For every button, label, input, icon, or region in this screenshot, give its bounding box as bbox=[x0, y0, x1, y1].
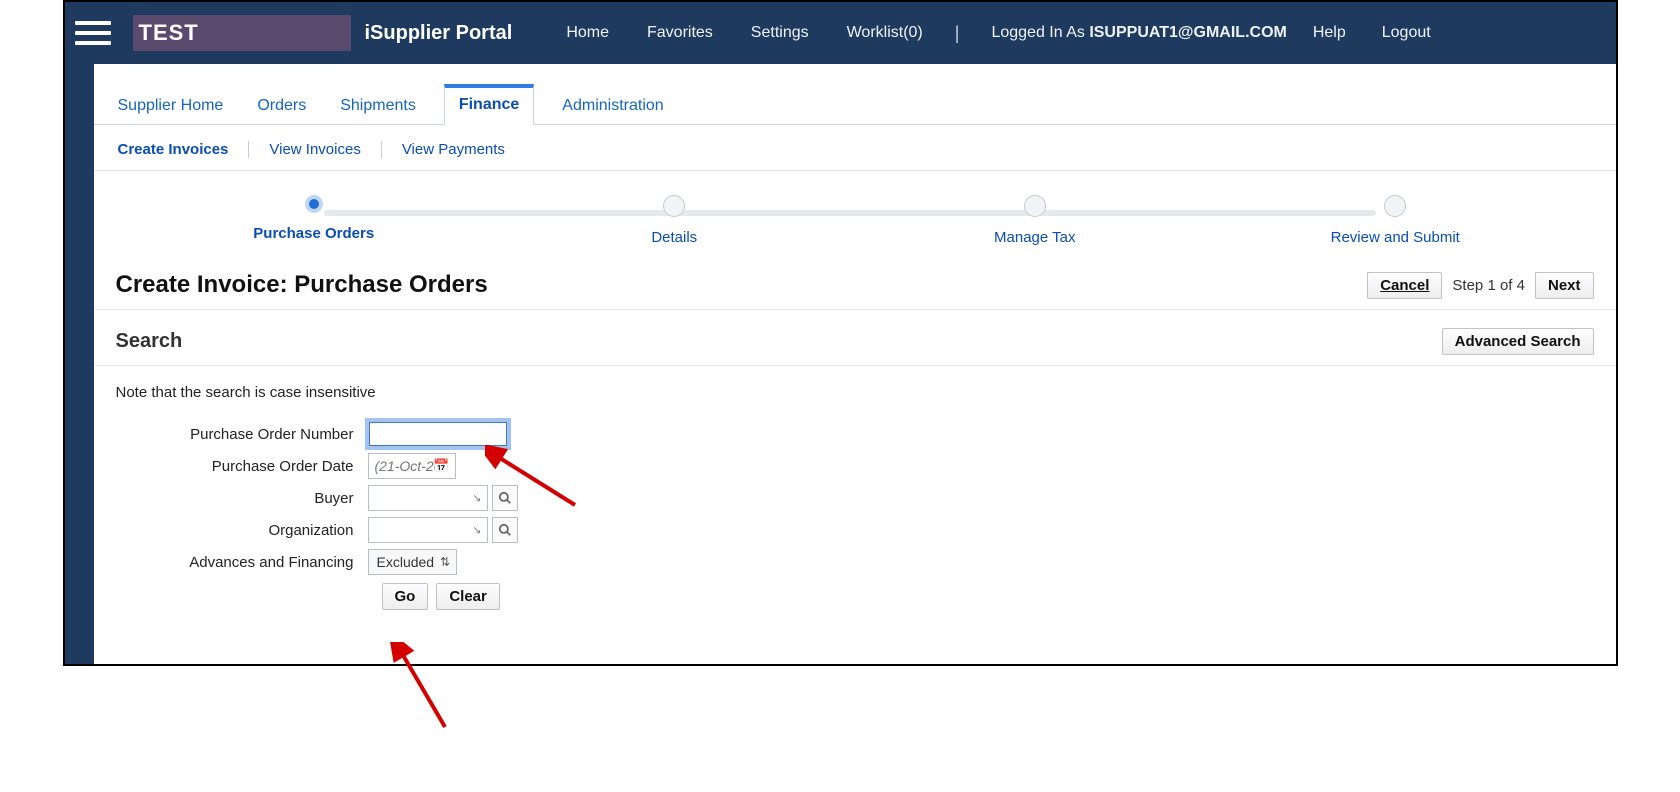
tab-administration[interactable]: Administration bbox=[556, 91, 669, 125]
dropdown-icon[interactable]: ↘ bbox=[472, 492, 481, 505]
step-indicator: Step 1 of 4 bbox=[1452, 277, 1525, 294]
menu-icon[interactable] bbox=[75, 15, 111, 51]
tab-finance[interactable]: Finance bbox=[444, 84, 534, 125]
organization-input[interactable] bbox=[368, 517, 488, 543]
advances-financing-value: Excluded bbox=[377, 554, 435, 570]
train-label: Purchase Orders bbox=[134, 225, 495, 242]
step-dot-icon bbox=[1384, 195, 1406, 217]
cancel-button[interactable]: Cancel bbox=[1367, 272, 1442, 299]
subtab-view-payments[interactable]: View Payments bbox=[382, 141, 525, 158]
search-form: Purchase Order Number Purchase Order Dat… bbox=[94, 409, 1616, 616]
advances-financing-select[interactable]: Excluded ⇅ bbox=[368, 549, 458, 575]
row-po-date: Purchase Order Date 📅 bbox=[116, 453, 1594, 479]
search-note: Note that the search is case insensitive bbox=[94, 366, 1616, 409]
label-po-number: Purchase Order Number bbox=[116, 426, 368, 443]
row-po-number: Purchase Order Number bbox=[116, 421, 1594, 447]
logo-text: TEST bbox=[139, 20, 199, 46]
separator-icon: | bbox=[955, 23, 960, 44]
label-organization: Organization bbox=[116, 522, 368, 539]
train-step-review-submit[interactable]: Review and Submit bbox=[1215, 195, 1576, 246]
logged-in-prefix: Logged In As bbox=[991, 24, 1089, 41]
clear-button[interactable]: Clear bbox=[436, 583, 500, 610]
subtab-create-invoices[interactable]: Create Invoices bbox=[118, 141, 250, 158]
subtab-view-invoices[interactable]: View Invoices bbox=[249, 141, 381, 158]
logged-in-user: ISUPPUAT1@GMAIL.COM bbox=[1089, 24, 1287, 41]
global-nav: Home Favorites Settings Worklist(0) bbox=[566, 24, 922, 42]
step-dot-icon bbox=[1024, 195, 1046, 217]
train-step-manage-tax[interactable]: Manage Tax bbox=[855, 195, 1216, 246]
label-advances-financing: Advances and Financing bbox=[116, 554, 368, 571]
tab-shipments[interactable]: Shipments bbox=[334, 91, 422, 125]
organization-search-icon[interactable] bbox=[492, 517, 518, 543]
buyer-search-icon[interactable] bbox=[492, 485, 518, 511]
step-dot-icon bbox=[305, 195, 323, 213]
nav-worklist[interactable]: Worklist(0) bbox=[847, 24, 923, 42]
dropdown-icon[interactable]: ↘ bbox=[472, 524, 481, 537]
page-title: Create Invoice: Purchase Orders bbox=[116, 271, 1368, 299]
logged-in-label: Logged In As ISUPPUAT1@GMAIL.COM bbox=[991, 24, 1286, 42]
row-advances-financing: Advances and Financing Excluded ⇅ bbox=[116, 549, 1594, 575]
page-heading-row: Create Invoice: Purchase Orders Cancel S… bbox=[94, 265, 1616, 310]
next-button[interactable]: Next bbox=[1535, 272, 1594, 299]
nav-favorites[interactable]: Favorites bbox=[647, 24, 713, 42]
step-dot-icon bbox=[663, 195, 685, 217]
nav-help[interactable]: Help bbox=[1313, 24, 1346, 42]
select-caret-icon: ⇅ bbox=[440, 555, 450, 569]
tab-orders[interactable]: Orders bbox=[251, 91, 312, 125]
train-label: Manage Tax bbox=[855, 229, 1216, 246]
sidebar-strip bbox=[65, 64, 94, 664]
label-buyer: Buyer bbox=[116, 490, 368, 507]
content-area: Supplier Home Orders Shipments Finance A… bbox=[94, 64, 1616, 664]
window-frame: TEST iSupplier Portal Home Favorites Set… bbox=[63, 0, 1618, 666]
nav-settings[interactable]: Settings bbox=[751, 24, 809, 42]
nav-home[interactable]: Home bbox=[566, 24, 609, 42]
buyer-input[interactable] bbox=[368, 485, 488, 511]
wizard-train: Purchase Orders Details Manage Tax Revie… bbox=[134, 195, 1576, 255]
train-step-purchase-orders[interactable]: Purchase Orders bbox=[134, 195, 495, 246]
tab-underline bbox=[94, 124, 1616, 125]
row-organization: Organization ↘ bbox=[116, 517, 1594, 543]
label-po-date: Purchase Order Date bbox=[116, 458, 368, 475]
header-right-links: Help Logout bbox=[1313, 24, 1431, 42]
row-buyer: Buyer ↘ bbox=[116, 485, 1594, 511]
train-label: Review and Submit bbox=[1215, 229, 1576, 246]
search-heading-row: Search Advanced Search bbox=[94, 310, 1616, 366]
search-heading: Search bbox=[116, 330, 1442, 353]
form-buttons: Go Clear bbox=[382, 583, 1594, 610]
tab-supplier-home[interactable]: Supplier Home bbox=[112, 91, 230, 125]
primary-tabs: Supplier Home Orders Shipments Finance A… bbox=[94, 84, 1616, 125]
train-step-details[interactable]: Details bbox=[494, 195, 855, 246]
go-button[interactable]: Go bbox=[382, 583, 429, 610]
po-number-input[interactable] bbox=[368, 421, 508, 447]
train-label: Details bbox=[494, 229, 855, 246]
nav-logout[interactable]: Logout bbox=[1382, 24, 1431, 42]
sub-tabs: Create Invoices View Invoices View Payme… bbox=[94, 129, 1616, 171]
calendar-icon[interactable]: 📅 bbox=[433, 458, 449, 474]
advanced-search-button[interactable]: Advanced Search bbox=[1442, 328, 1594, 355]
portal-title: iSupplier Portal bbox=[365, 22, 513, 45]
logo-box: TEST bbox=[133, 15, 351, 51]
global-header: TEST iSupplier Portal Home Favorites Set… bbox=[65, 2, 1616, 64]
